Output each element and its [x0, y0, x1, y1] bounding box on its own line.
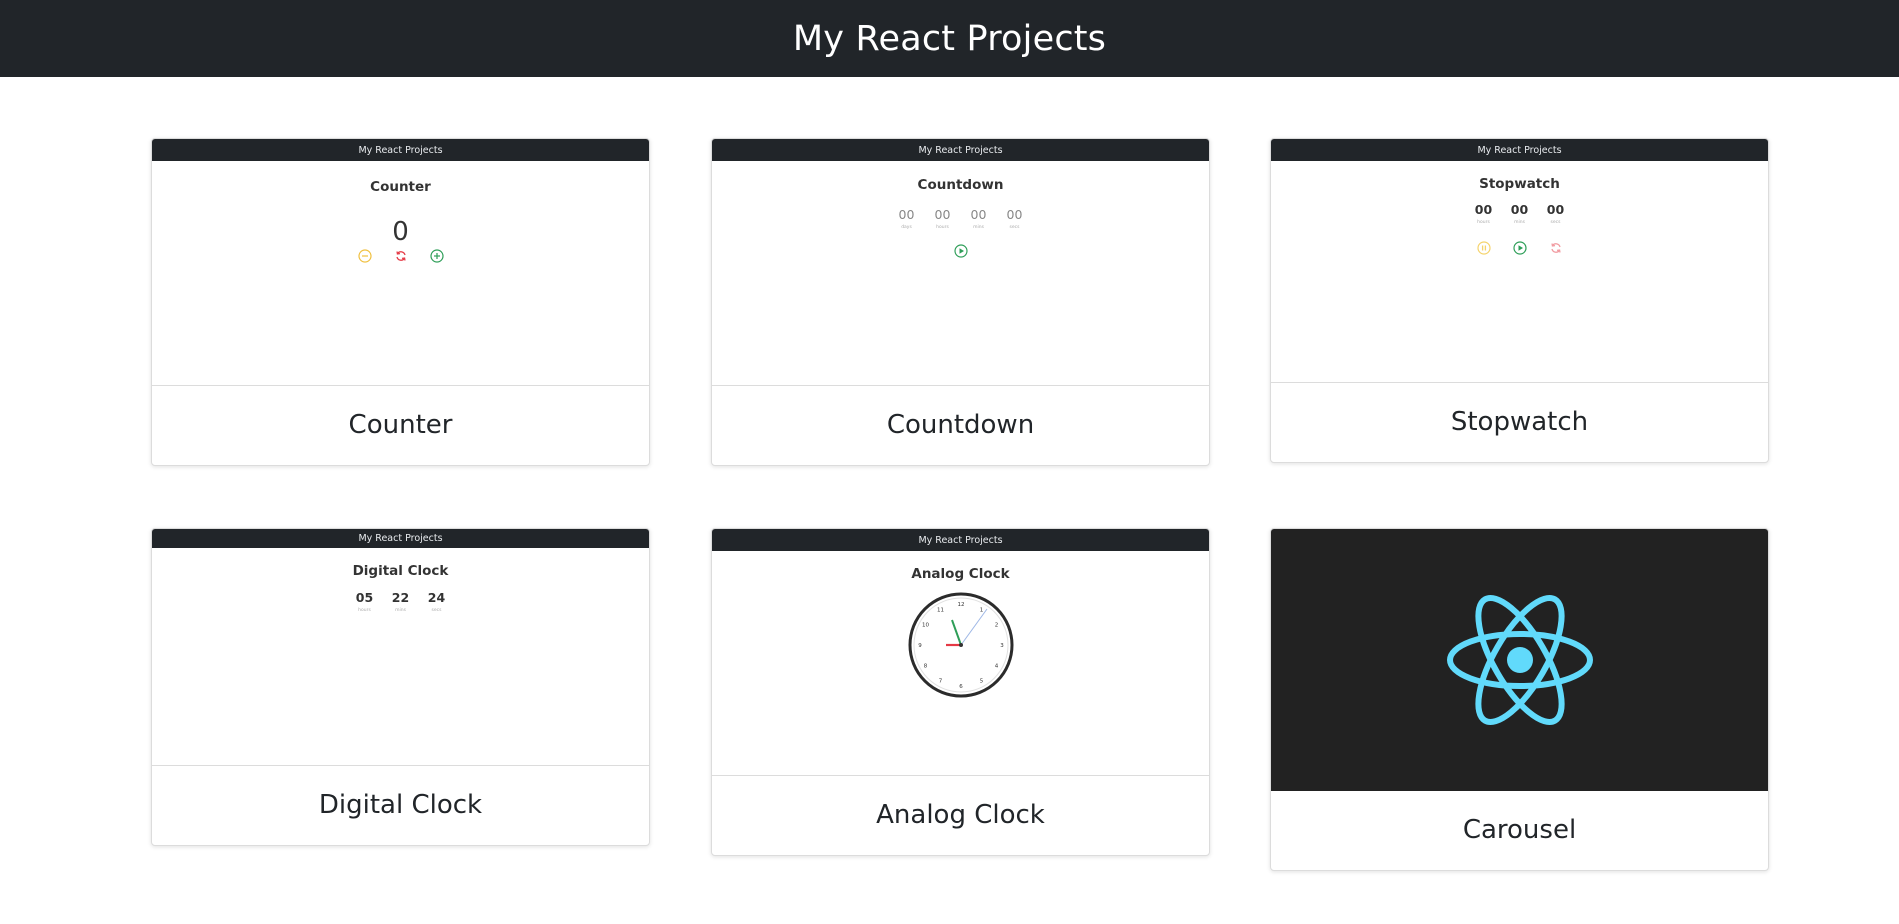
time-value: 00	[1006, 207, 1023, 222]
project-name[interactable]: Digital Clock	[319, 790, 482, 820]
stopwatch-buttons	[1271, 241, 1768, 255]
time-label: secs	[1009, 225, 1020, 230]
project-card-analog-clock[interactable]: My React Projects Analog Clock 12 1 2 3 4 5 6 7…	[711, 528, 1210, 856]
time-unit-mins: 22 mins	[391, 590, 411, 613]
project-card-stopwatch[interactable]: My React Projects Stopwatch 00 hours 00 mi…	[1270, 138, 1769, 463]
preview-title: Counter	[370, 179, 431, 195]
time-label: secs	[431, 608, 442, 613]
time-unit-secs: 00 secs	[1005, 207, 1025, 230]
time-label: mins	[395, 608, 406, 613]
clock-numeral: 6	[959, 684, 963, 690]
time-label: hours	[1477, 220, 1490, 225]
time-value: 00	[1474, 202, 1493, 217]
preview-title: Digital Clock	[352, 563, 449, 579]
preview-navbar: My React Projects	[152, 139, 649, 161]
reset-icon	[395, 251, 406, 261]
project-card-carousel[interactable]: Carousel	[1270, 528, 1769, 871]
countdown-display: 00 days 00 hours 00 mins 00 secs	[712, 207, 1209, 230]
clock-numeral: 4	[994, 664, 998, 670]
project-preview: My React Projects Analog Clock 12 1 2 3 4 5 6 7…	[712, 529, 1209, 776]
time-value: 00	[970, 207, 987, 222]
page-title: My React Projects	[792, 18, 1107, 59]
project-name[interactable]: Carousel	[1463, 815, 1576, 845]
time-unit-hours: 05 hours	[355, 590, 375, 613]
card-footer: Carousel	[1271, 789, 1768, 870]
time-unit-days: 00 days	[897, 207, 917, 230]
project-preview: My React Projects Countdown 00 days 00 hou…	[712, 139, 1209, 386]
countdown-buttons	[712, 244, 1209, 258]
project-name[interactable]: Countdown	[887, 410, 1034, 440]
project-preview: My React Projects Stopwatch 00 hours 00 mi…	[1271, 139, 1768, 383]
time-unit-mins: 00 mins	[1510, 202, 1530, 225]
time-label: days	[901, 225, 912, 230]
clock-numeral: 7	[938, 679, 942, 685]
time-unit-hours: 00 hours	[1474, 202, 1494, 225]
digital-clock-display: 05 hours 22 mins 24 secs	[152, 590, 649, 613]
time-label: mins	[973, 225, 984, 230]
preview-title: Analog Clock	[911, 566, 1010, 582]
preview-navbar: My React Projects	[1271, 139, 1768, 161]
pause-icon	[1476, 241, 1491, 255]
clock-numeral: 8	[923, 664, 927, 670]
time-value: 00	[1510, 202, 1529, 217]
project-preview: My React Projects Digital Clock 05 hours …	[152, 529, 649, 766]
time-label: hours	[358, 608, 371, 613]
clock-numeral: 2	[994, 623, 998, 629]
play-icon	[953, 244, 968, 258]
preview-title: Countdown	[917, 177, 1004, 193]
project-name[interactable]: Analog Clock	[876, 800, 1045, 830]
preview-title: Stopwatch	[1479, 176, 1560, 192]
counter-buttons	[152, 249, 649, 263]
time-unit-secs: 24 secs	[427, 590, 447, 613]
analog-clock-face: 121234567891011	[908, 592, 1013, 698]
reset-icon	[1550, 243, 1561, 253]
card-footer: Digital Clock	[152, 764, 649, 845]
navbar: My React Projects	[0, 0, 1899, 77]
time-label: mins	[1514, 220, 1525, 225]
stopwatch-display: 00 hours 00 mins 00 secs	[1271, 202, 1768, 225]
preview-navbar: My React Projects	[712, 529, 1209, 551]
clock-center	[958, 643, 963, 647]
project-preview: My React Projects Counter 0	[152, 139, 649, 386]
time-label: secs	[1550, 220, 1561, 225]
clock-numeral: 5	[979, 679, 983, 685]
clock-numeral: 1	[979, 608, 983, 614]
project-preview	[1271, 529, 1768, 791]
minus-icon	[357, 249, 372, 263]
clock-numeral: 3	[1000, 643, 1004, 649]
project-name[interactable]: Counter	[349, 410, 453, 440]
clock-numeral: 11	[937, 608, 944, 614]
project-card-countdown[interactable]: My React Projects Countdown 00 days 00 hou…	[711, 138, 1210, 466]
counter-value: 0	[392, 217, 409, 247]
plus-icon	[429, 249, 444, 263]
preview-navbar: My React Projects	[152, 529, 649, 548]
time-value: 00	[898, 207, 915, 222]
time-value: 24	[427, 590, 446, 605]
card-footer: Counter	[152, 384, 649, 465]
time-value: 00	[934, 207, 951, 222]
time-value: 05	[355, 590, 374, 605]
time-value: 22	[391, 590, 410, 605]
clock-numeral: 9	[918, 643, 922, 649]
card-footer: Analog Clock	[712, 774, 1209, 855]
card-footer: Stopwatch	[1271, 381, 1768, 462]
play-icon	[1512, 241, 1527, 255]
time-unit-mins: 00 mins	[969, 207, 989, 230]
clock-numeral: 12	[957, 602, 964, 608]
preview-navbar: My React Projects	[712, 139, 1209, 161]
project-card-digital-clock[interactable]: My React Projects Digital Clock 05 hours …	[151, 528, 650, 846]
project-card-counter[interactable]: My React Projects Counter 0 Counter	[151, 138, 650, 466]
time-unit-hours: 00 hours	[933, 207, 953, 230]
react-logo-icon	[1446, 595, 1593, 725]
clock-numeral: 10	[922, 623, 929, 629]
time-value: 00	[1546, 202, 1565, 217]
project-name[interactable]: Stopwatch	[1451, 407, 1588, 437]
time-unit-secs: 00 secs	[1546, 202, 1566, 225]
card-footer: Countdown	[712, 384, 1209, 465]
time-label: hours	[936, 225, 949, 230]
